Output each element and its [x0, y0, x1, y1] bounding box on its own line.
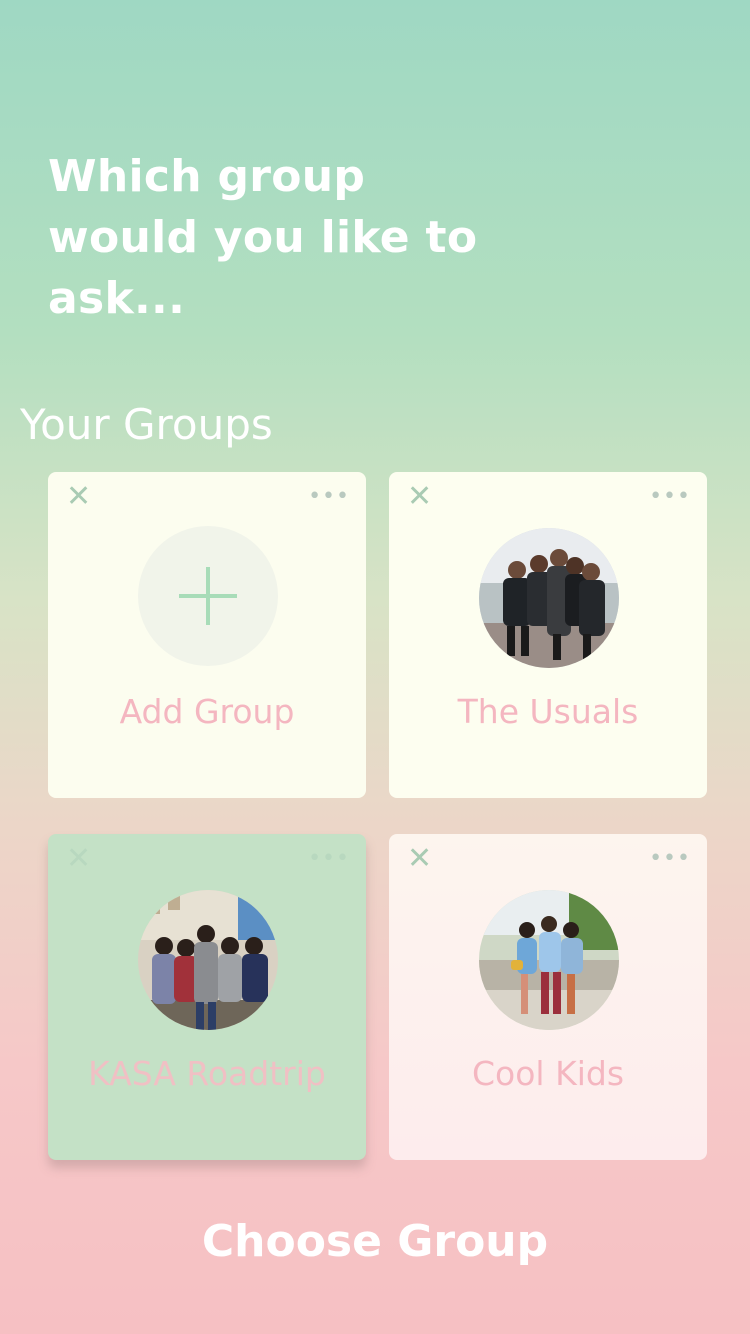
more-dots-icon[interactable]: •••	[308, 486, 350, 508]
group-card-the-usuals[interactable]: ✕ ••• The Usuals	[389, 472, 707, 798]
group-label: The Usuals	[457, 692, 639, 731]
group-card-cool-kids[interactable]: ✕ ••• Cool Kids	[389, 834, 707, 1160]
group-label: Cool Kids	[471, 1054, 625, 1093]
section-title-your-groups: Your Groups	[20, 400, 273, 449]
close-icon[interactable]: ✕	[407, 482, 432, 512]
group-avatar	[138, 890, 278, 1030]
add-group-card[interactable]: ✕ ••• Add Group	[48, 472, 366, 798]
group-card-kasa-roadtrip[interactable]: ✕ ••• KASA Roadtrip	[48, 834, 366, 1160]
group-avatar	[479, 890, 619, 1030]
group-label: KASA Roadtrip	[88, 1054, 326, 1093]
close-icon[interactable]: ✕	[66, 844, 91, 874]
prompt-heading: Which group would you like to ask...	[48, 151, 478, 324]
choose-group-button[interactable]: Choose Group	[0, 1216, 750, 1267]
more-dots-icon[interactable]: •••	[649, 848, 691, 870]
more-dots-icon[interactable]: •••	[649, 486, 691, 508]
close-icon[interactable]: ✕	[407, 844, 432, 874]
group-label: Add Group	[119, 692, 295, 731]
close-icon[interactable]: ✕	[66, 482, 91, 512]
group-avatar	[479, 528, 619, 668]
more-dots-icon[interactable]: •••	[308, 848, 350, 870]
plus-icon[interactable]	[138, 526, 278, 666]
